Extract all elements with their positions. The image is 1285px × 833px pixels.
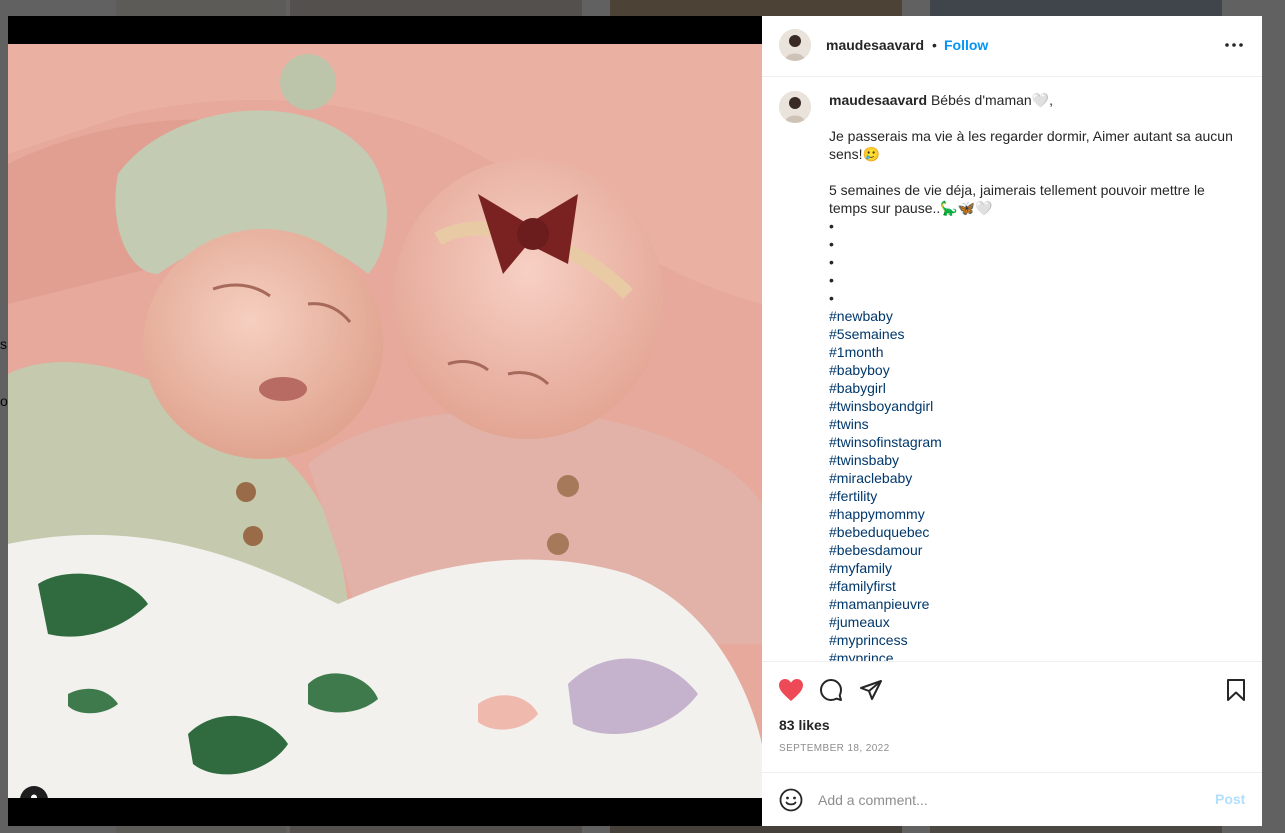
likes-count[interactable]: 83 likes <box>779 717 830 733</box>
heart-filled-icon[interactable] <box>777 676 805 704</box>
hashtag-link[interactable]: #newbaby <box>829 307 1234 325</box>
post-comment-button[interactable]: Post <box>1215 791 1245 807</box>
post-details-panel: maudesaavard • Follow maudesaavard Bébés… <box>762 16 1262 826</box>
hashtag-link[interactable]: #bebesdamour <box>829 541 1234 559</box>
avatar[interactable] <box>779 29 811 61</box>
post-date: SEPTEMBER 18, 2022 <box>779 743 890 754</box>
hashtag-link[interactable]: #twinsofinstagram <box>829 433 1234 451</box>
comment-input[interactable] <box>818 789 1198 811</box>
post-header: maudesaavard • Follow <box>762 16 1262 77</box>
hashtag-link[interactable]: #mamanpieuvre <box>829 595 1234 613</box>
hashtag-link[interactable]: #myfamily <box>829 559 1234 577</box>
hashtag-link[interactable]: #miraclebaby <box>829 469 1234 487</box>
caption-username[interactable]: maudesaavard <box>829 92 927 108</box>
hashtag-link[interactable]: #familyfirst <box>829 577 1234 595</box>
hashtag-link[interactable]: #1month <box>829 343 1234 361</box>
hashtag-link[interactable]: #twinsboyandgirl <box>829 397 1234 415</box>
hashtag-link[interactable]: #twinsbaby <box>829 451 1234 469</box>
caption-dot: • <box>829 254 834 270</box>
more-options-icon[interactable] <box>1222 30 1246 60</box>
caption-text: maudesaavard Bébés d'maman🤍, Je passerai… <box>829 91 1234 661</box>
caption-dot: • <box>829 236 834 252</box>
post-actions: 83 likes SEPTEMBER 18, 2022 Post <box>762 661 1262 827</box>
hashtag-link[interactable]: #fertility <box>829 487 1234 505</box>
caption-dot: • <box>829 218 834 234</box>
hashtag-link[interactable]: #happymommy <box>829 505 1234 523</box>
comment-bar: Post <box>762 772 1262 828</box>
hashtag-link[interactable]: #babyboy <box>829 361 1234 379</box>
hashtag-link[interactable]: #jumeaux <box>829 613 1234 631</box>
caption-title: Bébés d'maman🤍, <box>930 92 1054 108</box>
separator-dot: • <box>932 37 937 53</box>
follow-button[interactable]: Follow <box>944 37 988 53</box>
bookmark-icon[interactable] <box>1222 676 1250 704</box>
post-photo[interactable] <box>8 44 762 798</box>
hashtag-link[interactable]: #babygirl <box>829 379 1234 397</box>
hashtag-link[interactable]: #bebeduquebec <box>829 523 1234 541</box>
caption-line: Je passerais ma vie à les regarder dormi… <box>829 128 1233 162</box>
send-icon[interactable] <box>857 676 885 704</box>
caption-dot: • <box>829 272 834 288</box>
post-modal: maudesaavard • Follow maudesaavard Bébés… <box>8 16 1262 826</box>
caption-scroll-area[interactable]: maudesaavard Bébés d'maman🤍, Je passerai… <box>762 77 1262 661</box>
caption-line: 5 semaines de vie déja, jaimerais tellem… <box>829 182 1205 216</box>
avatar[interactable] <box>779 91 811 123</box>
comment-icon[interactable] <box>817 676 845 704</box>
caption-dot: • <box>829 290 834 306</box>
hashtag-link[interactable]: #myprince <box>829 649 1234 661</box>
hashtag-link[interactable]: #myprincess <box>829 631 1234 649</box>
emoji-icon[interactable] <box>778 787 804 813</box>
twin-babies-illustration <box>8 44 762 798</box>
hashtag-link[interactable]: #5semaines <box>829 325 1234 343</box>
hashtag-link[interactable]: #twins <box>829 415 1234 433</box>
header-username[interactable]: maudesaavard <box>826 37 924 53</box>
